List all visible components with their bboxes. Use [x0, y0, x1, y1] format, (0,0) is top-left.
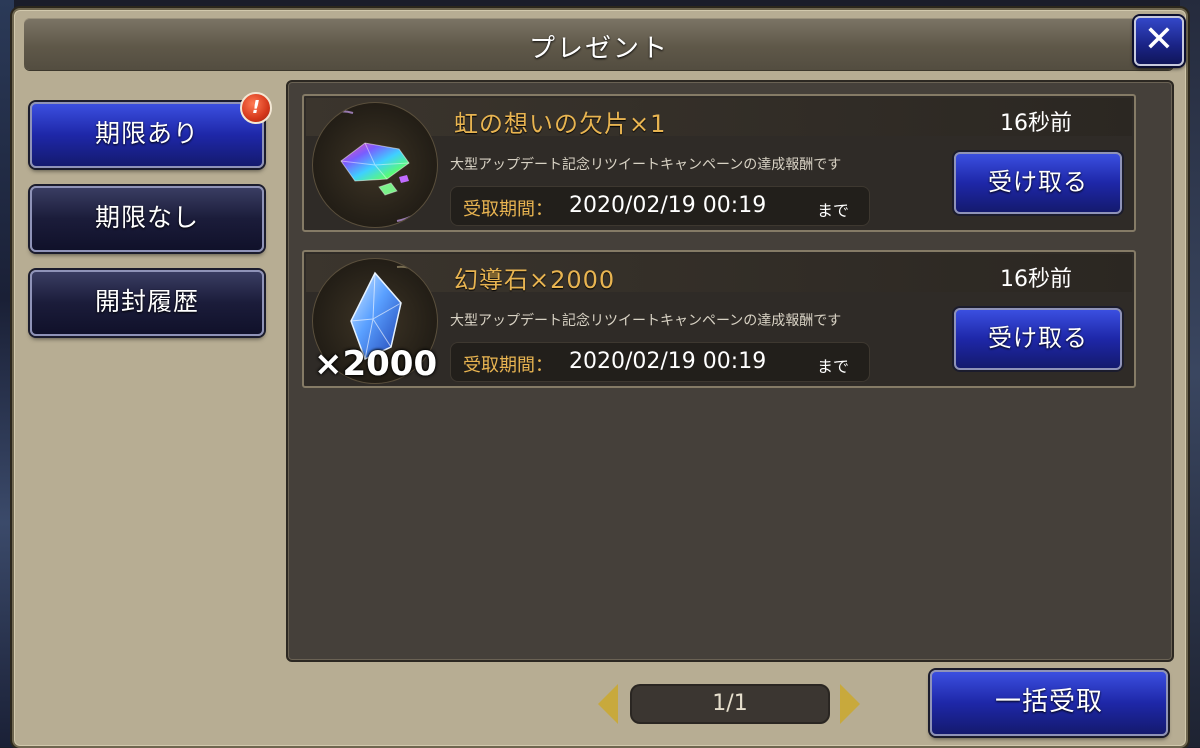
item-description: 大型アップデート記念リツイートキャンペーンの達成報酬です [450, 157, 842, 173]
alert-badge: ! [240, 92, 272, 124]
period-until: まで [817, 201, 850, 220]
rainbow-shard-icon [312, 102, 438, 228]
receive-period: 受取期間： 2020/02/19 00:19 まで [450, 186, 870, 226]
title-bar: プレゼント [24, 18, 1174, 70]
close-icon: ✕ [1143, 19, 1175, 60]
tab-label: 開封履歴 [94, 287, 199, 316]
next-page-icon[interactable] [840, 684, 860, 724]
item-name: 幻導石×2000 [454, 266, 616, 294]
tab-label: 期限あり [94, 119, 199, 148]
receive-period: 受取期間： 2020/02/19 00:19 まで [450, 342, 870, 382]
tab-without-deadline[interactable]: 期限なし [30, 186, 264, 252]
period-label: 受取期間： [463, 355, 553, 376]
present-item: 幻導石×2000 16秒前 ×2000 大型アップデート記念リツイートキャンペー… [302, 250, 1136, 388]
close-button[interactable]: ✕ [1134, 16, 1184, 66]
tab-opened-history[interactable]: 開封履歴 [30, 270, 264, 336]
item-description: 大型アップデート記念リツイートキャンペーンの達成報酬です [450, 313, 842, 329]
bulk-receive-button[interactable]: 一括受取 [930, 670, 1168, 736]
period-label: 受取期間： [463, 199, 553, 220]
item-time-ago: 16秒前 [1000, 267, 1072, 292]
tab-label: 期限なし [94, 203, 199, 232]
item-quantity-overlay: ×2000 [314, 344, 438, 384]
period-date: 2020/02/19 00:19 [569, 193, 767, 218]
item-time-ago: 16秒前 [1000, 111, 1072, 136]
period-date: 2020/02/19 00:19 [569, 349, 767, 374]
item-name: 虹の想いの欠片×1 [454, 110, 667, 138]
prev-page-icon[interactable] [598, 684, 618, 724]
receive-button[interactable]: 受け取る [954, 308, 1122, 370]
receive-button[interactable]: 受け取る [954, 152, 1122, 214]
period-until: まで [817, 357, 850, 376]
present-item: 虹の想いの欠片×1 16秒前 大型アップデート記念リツイートキャンペーンの達成報… [302, 94, 1136, 232]
dialog-title: プレゼント [528, 34, 669, 64]
page-indicator: 1/1 [630, 684, 830, 724]
tab-with-deadline[interactable]: 期限あり [30, 102, 264, 168]
